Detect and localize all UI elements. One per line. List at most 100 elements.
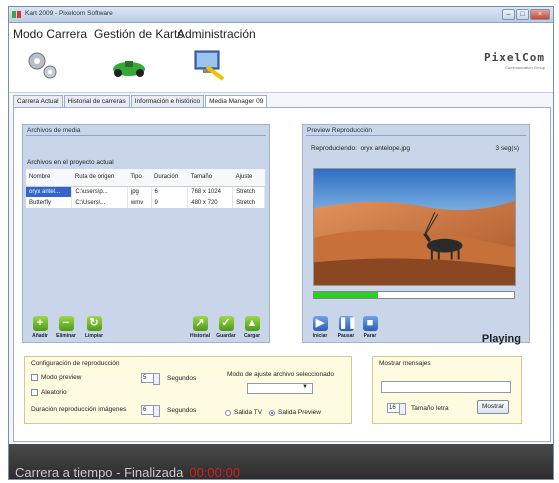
brand-logo: PixelCom xyxy=(484,51,545,64)
output-preview-radio[interactable] xyxy=(269,410,275,416)
tab-historial-carreras[interactable]: Historial de carreras xyxy=(63,95,130,107)
media-panel-title: Archivos de media xyxy=(27,127,81,134)
cell-path: C:\users\p... xyxy=(71,186,128,197)
ribbon-tab-administracion[interactable]: Administración xyxy=(177,27,256,41)
preview-panel-title: Preview Reproducción xyxy=(307,127,373,134)
cell-type: wmv xyxy=(127,197,152,208)
font-size-label: Tamaño letra xyxy=(411,405,449,412)
minus-icon: − xyxy=(58,316,74,331)
output-preview-label: Salida Preview xyxy=(278,409,321,416)
clear-button[interactable]: ↻ Limpiar xyxy=(83,316,105,339)
column-header[interactable]: Ruta de origen xyxy=(71,169,128,187)
delete-button[interactable]: − Eliminar xyxy=(55,316,77,339)
config-title: Configuración de reproducción xyxy=(31,360,120,367)
history-button[interactable]: ↗ Historial xyxy=(189,316,211,339)
now-playing: Reproduciendo: oryx antelope.jpg xyxy=(311,145,411,152)
cell-path: C:\Users\... xyxy=(71,197,128,208)
table-header: Nombre Ruta de origen Tipo Duración Tama… xyxy=(26,169,265,187)
preview-seconds: 3 seg(s) xyxy=(495,145,519,152)
gears-icon[interactable] xyxy=(23,47,63,83)
column-header[interactable]: Tamaño xyxy=(187,169,233,187)
messages-title: Mostrar mensajes xyxy=(379,360,431,367)
chevron-down-icon: ▼ xyxy=(302,384,308,390)
pause-button[interactable]: ❚❚ Pausar xyxy=(335,316,357,339)
cell-name: Butterfly xyxy=(26,197,73,208)
ribbon-tab-modo-carrera[interactable]: Modo Carrera xyxy=(13,27,87,41)
upload-icon: ▲ xyxy=(244,316,260,331)
preview-mode-checkbox[interactable] xyxy=(31,374,38,381)
minimize-button[interactable]: – xyxy=(502,9,515,20)
window-title: Kart 2009 - Pixelcom Software xyxy=(25,10,113,17)
cell-type: jpg xyxy=(127,186,152,197)
cell-duration: 9 xyxy=(151,197,189,208)
media-manager-content: Archivos de media Archivos en el proyect… xyxy=(13,107,551,442)
tab-carrera-actual[interactable]: Carrera Actual xyxy=(13,95,63,107)
fit-mode-select[interactable]: ▼ xyxy=(247,383,313,394)
font-size-spinner[interactable]: 16 xyxy=(387,403,406,415)
column-header[interactable]: Nombre xyxy=(26,169,72,187)
media-subtitle: Archivos en el proyecto actual xyxy=(27,159,114,166)
check-icon: ✓ xyxy=(218,316,234,331)
cell-fit: Stretch xyxy=(232,197,265,208)
output-tv-label: Salida TV xyxy=(234,409,263,416)
now-playing-file: oryx antelope.jpg xyxy=(360,145,411,152)
seconds-label: Segundos xyxy=(167,407,197,414)
save-button[interactable]: ✓ Guardar xyxy=(215,316,237,339)
preview-panel: Preview Reproducción Reproduciendo: oryx… xyxy=(302,124,530,345)
image-seconds-spinner[interactable]: 6 xyxy=(141,405,160,417)
column-header[interactable]: Duración xyxy=(151,169,188,187)
plus-icon: + xyxy=(32,316,48,331)
tab-informacion-historico[interactable]: Información e histórico xyxy=(130,95,205,107)
output-tv-radio[interactable] xyxy=(225,410,231,416)
race-timer: 00:00:00 xyxy=(189,465,240,480)
cell-fit: Stretch xyxy=(232,186,265,197)
cell-size: 480 x 720 xyxy=(187,197,234,208)
ribbon: Modo Carrera Gestión de Karts Administra… xyxy=(9,23,553,93)
cell-name: oryx antel... xyxy=(26,186,73,197)
stop-button[interactable]: ■ Parar xyxy=(359,316,381,339)
media-files-panel: Archivos de media Archivos en el proyect… xyxy=(22,124,270,343)
app-icon xyxy=(12,11,21,18)
message-input[interactable] xyxy=(381,381,511,393)
play-icon: ▶ xyxy=(312,316,328,331)
stop-icon: ■ xyxy=(362,316,378,331)
media-table: Nombre Ruta de origen Tipo Duración Tama… xyxy=(26,169,265,208)
admin-computer-icon[interactable] xyxy=(189,47,229,83)
messages-panel: Mostrar mensajes 16 Tamaño letra Mostrar xyxy=(372,356,522,424)
progress-fill xyxy=(314,292,378,298)
app-window: Kart 2009 - Pixelcom Software – □ × Modo… xyxy=(8,6,554,480)
chart-icon: ↗ xyxy=(192,316,208,331)
tab-bar: Carrera Actual Historial de carreras Inf… xyxy=(13,95,268,108)
panel-divider xyxy=(26,135,266,136)
preview-mode-label: Modo preview xyxy=(41,374,82,381)
cell-size: 768 x 1024 xyxy=(187,186,234,197)
table-row[interactable]: oryx antel... C:\users\p... jpg 6 768 x … xyxy=(26,186,265,197)
playback-status: Playing xyxy=(481,333,521,345)
seconds-label: Segundos xyxy=(167,375,197,382)
kart-icon[interactable] xyxy=(109,47,149,83)
add-button[interactable]: + Añadir xyxy=(29,316,51,339)
window-controls: – □ × xyxy=(502,9,550,20)
preview-image xyxy=(313,168,516,286)
status-bar: Carrera a tiempo - Finalizada 00:00:00 xyxy=(9,444,553,480)
random-label: Aleatorio xyxy=(41,389,67,396)
panel-divider xyxy=(306,135,526,136)
maximize-button[interactable]: □ xyxy=(516,9,529,20)
cell-duration: 6 xyxy=(151,186,189,197)
column-header[interactable]: Tipo xyxy=(127,169,152,187)
table-row[interactable]: Butterfly C:\Users\... wmv 9 480 x 720 S… xyxy=(26,197,265,208)
show-message-button[interactable]: Mostrar xyxy=(477,400,509,414)
title-bar: Kart 2009 - Pixelcom Software – □ × xyxy=(9,7,553,23)
race-status: Carrera a tiempo - Finalizada 00:00:00 xyxy=(15,465,240,480)
load-button[interactable]: ▲ Cargar xyxy=(241,316,263,339)
start-button[interactable]: ▶ Iniciar xyxy=(309,316,331,339)
close-button[interactable]: × xyxy=(530,9,550,20)
pause-icon: ❚❚ xyxy=(338,316,357,331)
column-header[interactable]: Ajuste xyxy=(232,169,265,187)
ribbon-tab-gestion-karts[interactable]: Gestión de Karts xyxy=(94,27,183,41)
random-checkbox[interactable] xyxy=(31,389,38,396)
preview-seconds-spinner[interactable]: 5 xyxy=(141,373,160,385)
refresh-icon: ↻ xyxy=(86,316,102,331)
playback-progress[interactable] xyxy=(313,291,515,299)
brand-subtitle: Communication Group xyxy=(504,65,545,70)
